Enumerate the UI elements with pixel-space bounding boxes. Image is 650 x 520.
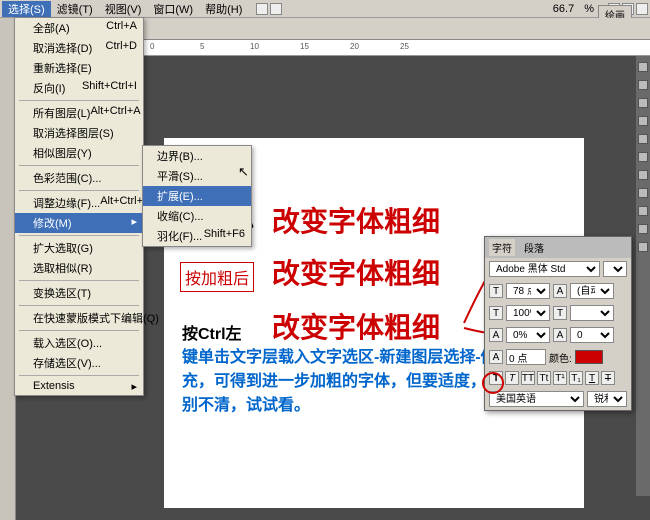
menu-view[interactable]: 视图(V)	[99, 1, 148, 17]
menu-item[interactable]: 重新选择(E)	[15, 58, 143, 78]
menu-item[interactable]: 取消选择(D)Ctrl+D	[15, 38, 143, 58]
menu-item[interactable]: 取消选择图层(S)	[15, 123, 143, 143]
font-family-select[interactable]: Adobe 黑体 Std	[489, 261, 600, 277]
right-toolbar	[636, 56, 650, 496]
sample-normal-text: 改变字体粗细	[272, 200, 440, 240]
zoom-value[interactable]: 66.7	[549, 3, 578, 15]
superscript-button[interactable]: T¹	[553, 371, 567, 385]
allcaps-button[interactable]: TT	[521, 371, 535, 385]
menu-item[interactable]: Extensis▸	[15, 378, 143, 395]
tool-icon[interactable]	[638, 62, 648, 72]
tool-icon[interactable]	[638, 170, 648, 180]
tracking-icon: A	[489, 328, 503, 342]
tool-icon[interactable]	[638, 80, 648, 90]
font-size-select[interactable]: 78 点	[506, 283, 550, 299]
tool-icon[interactable]	[638, 116, 648, 126]
submenu-item[interactable]: 扩展(E)...	[143, 186, 251, 206]
menu-item[interactable]: 所有图层(L)Alt+Ctrl+A	[15, 103, 143, 123]
submenu-item[interactable]: 边界(B)...	[143, 146, 251, 166]
antialias-select[interactable]: 锐利	[587, 391, 627, 407]
menu-select[interactable]: 选择(S)	[2, 1, 51, 17]
smallcaps-button[interactable]: Tt	[537, 371, 551, 385]
menu-item[interactable]: 色彩范围(C)...	[15, 168, 143, 188]
submenu-item[interactable]: 平滑(S)...	[143, 166, 251, 186]
tool-icon[interactable]	[638, 224, 648, 234]
menu-item[interactable]: 调整边缘(F)...Alt+Ctrl+R	[15, 193, 143, 213]
baseline-icon: A	[489, 350, 503, 364]
menu-item[interactable]: 全部(A)Ctrl+A	[15, 18, 143, 38]
tool-icon[interactable]	[638, 98, 648, 108]
font-style-select[interactable]: -	[603, 261, 627, 277]
vscale-select[interactable]: 100%	[506, 305, 550, 321]
annotation-circle-bold	[482, 372, 504, 394]
menu-help[interactable]: 帮助(H)	[199, 1, 248, 17]
sample-bold-text: 改变字体粗细	[272, 252, 440, 292]
baseline-input[interactable]	[506, 349, 546, 365]
menu-icons	[256, 3, 282, 15]
sample-bold-label: 按加粗后	[180, 262, 254, 292]
leading-icon: A	[553, 284, 567, 298]
tool-icon[interactable]	[638, 188, 648, 198]
menu-item[interactable]: 选取相似(R)	[15, 258, 143, 278]
hscale-icon: T	[553, 306, 567, 320]
ruler-horizontal: 0510152025	[140, 40, 650, 56]
select-menu-dropdown: 全部(A)Ctrl+A取消选择(D)Ctrl+D重新选择(E)反向(I)Shif…	[14, 17, 144, 396]
hscale-select[interactable]	[570, 305, 614, 321]
menu-window[interactable]: 窗口(W)	[147, 1, 199, 17]
kerning-icon: A	[553, 328, 567, 342]
leading-select[interactable]: (自动)	[570, 283, 614, 299]
faux-italic-button[interactable]: T	[505, 371, 519, 385]
size-icon: T	[489, 284, 503, 298]
subscript-button[interactable]: T₁	[569, 371, 583, 385]
color-label: 颜色:	[549, 350, 572, 365]
kerning-select[interactable]: 0	[570, 327, 614, 343]
menubar: 选择(S) 滤镜(T) 视图(V) 窗口(W) 帮助(H) 66.7 %	[0, 0, 650, 18]
menu-filter[interactable]: 滤镜(T)	[51, 1, 99, 17]
menu-item[interactable]: 反向(I)Shift+Ctrl+I	[15, 78, 143, 98]
menu-item[interactable]: 相似图层(Y)	[15, 143, 143, 163]
tool-icon[interactable]	[638, 152, 648, 162]
menu-item[interactable]: 存储选区(V)...	[15, 353, 143, 373]
menu-item[interactable]: 修改(M)▸	[15, 213, 143, 233]
menu-item[interactable]: 扩大选取(G)	[15, 238, 143, 258]
menu-item[interactable]: 变换选区(T)	[15, 283, 143, 303]
menu-item[interactable]: 在快速蒙版模式下编辑(Q)	[15, 308, 143, 328]
sample-expand-text: 改变字体粗细	[272, 306, 440, 346]
strike-button[interactable]: T	[601, 371, 615, 385]
panel-tabs: 字符 段落	[485, 237, 631, 258]
underline-button[interactable]: T	[585, 371, 599, 385]
language-select[interactable]: 美国英语	[489, 391, 584, 407]
menu-item[interactable]: 载入选区(O)...	[15, 333, 143, 353]
tool-icon[interactable]	[638, 206, 648, 216]
sample-expand-label: 按Ctrl左	[182, 320, 242, 344]
tracking-select[interactable]: 0%	[506, 327, 550, 343]
cursor-icon: ↖	[238, 164, 249, 180]
color-swatch[interactable]	[575, 350, 603, 364]
tool-icon[interactable]	[638, 134, 648, 144]
character-panel: 字符 段落 Adobe 黑体 Std - T 78 点 A (自动) T 100…	[484, 236, 632, 411]
submenu-item[interactable]: 羽化(F)...Shift+F6	[143, 226, 251, 246]
tab-paragraph[interactable]: 段落	[521, 239, 547, 256]
tool-icon[interactable]	[638, 242, 648, 252]
modify-submenu: 边界(B)...平滑(S)...扩展(E)...收缩(C)...羽化(F)...…	[142, 145, 252, 247]
tab-character[interactable]: 字符	[489, 239, 515, 256]
zoom-pct: %	[578, 3, 600, 15]
vscale-icon: T	[489, 306, 503, 320]
submenu-item[interactable]: 收缩(C)...	[143, 206, 251, 226]
